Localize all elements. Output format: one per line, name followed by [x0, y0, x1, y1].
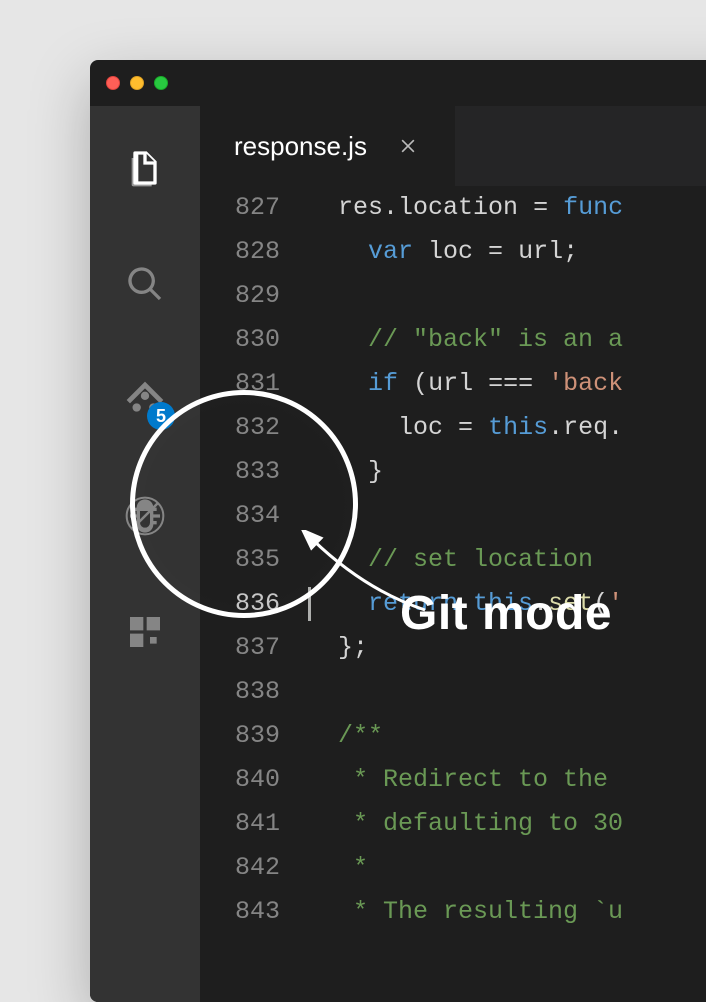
code-line: 840 * Redirect to the: [200, 758, 706, 802]
code-line: 841 * defaulting to 30: [200, 802, 706, 846]
tab-response-js[interactable]: response.js: [200, 106, 455, 186]
close-icon[interactable]: [395, 133, 421, 159]
code-text: var loc = url;: [308, 230, 578, 274]
window-traffic-lights: [106, 76, 168, 90]
extensions-icon[interactable]: [121, 608, 169, 656]
code-text: * Redirect to the: [308, 758, 623, 802]
code-text: }: [308, 450, 383, 494]
line-number: 838: [200, 670, 308, 714]
code-line: 838: [200, 670, 706, 714]
code-line: 829: [200, 274, 706, 318]
code-line: 832 loc = this.req.: [200, 406, 706, 450]
code-text: };: [308, 626, 368, 670]
line-number: 835: [200, 538, 308, 582]
line-number: 829: [200, 274, 308, 318]
scm-badge: 5: [147, 402, 175, 430]
line-number: 828: [200, 230, 308, 274]
annotation-label: Git mode: [400, 586, 612, 641]
code-line: 830 // "back" is an a: [200, 318, 706, 362]
line-number: 843: [200, 890, 308, 934]
explorer-icon[interactable]: [121, 144, 169, 192]
window-close-button[interactable]: [106, 76, 120, 90]
line-number: 840: [200, 758, 308, 802]
debug-icon[interactable]: [121, 492, 169, 540]
line-number: 830: [200, 318, 308, 362]
line-number: 827: [200, 186, 308, 230]
code-text: * defaulting to 30: [308, 802, 623, 846]
code-text: if (url === 'back: [308, 362, 623, 406]
code-line: 833 }: [200, 450, 706, 494]
tab-label: response.js: [234, 131, 367, 162]
code-line: 843 * The resulting `u: [200, 890, 706, 934]
line-number: 831: [200, 362, 308, 406]
source-control-icon[interactable]: 5: [121, 376, 169, 424]
code-line: 835 // set location: [200, 538, 706, 582]
tab-bar: response.js: [200, 106, 706, 186]
code-text: *: [308, 846, 368, 890]
line-number: 832: [200, 406, 308, 450]
line-number: 836: [200, 582, 308, 626]
code-line: 834: [200, 494, 706, 538]
code-text: * The resulting `u: [308, 890, 623, 934]
line-number: 837: [200, 626, 308, 670]
line-number: 839: [200, 714, 308, 758]
editor-window: 5 response.js 827 res.location = func828…: [90, 60, 706, 1002]
cursor: [308, 587, 311, 621]
code-line: 842 *: [200, 846, 706, 890]
search-icon[interactable]: [121, 260, 169, 308]
code-line: 831 if (url === 'back: [200, 362, 706, 406]
code-line: 827 res.location = func: [200, 186, 706, 230]
code-text: loc = this.req.: [308, 406, 623, 450]
line-number: 842: [200, 846, 308, 890]
code-text: // "back" is an a: [308, 318, 623, 362]
code-text: res.location = func: [308, 186, 623, 230]
line-number: 834: [200, 494, 308, 538]
line-number: 833: [200, 450, 308, 494]
code-text: // set location: [308, 538, 593, 582]
window-zoom-button[interactable]: [154, 76, 168, 90]
code-text: /**: [308, 714, 383, 758]
activity-bar: 5: [90, 106, 200, 1002]
code-line: 828 var loc = url;: [200, 230, 706, 274]
code-line: 839 /**: [200, 714, 706, 758]
line-number: 841: [200, 802, 308, 846]
window-minimize-button[interactable]: [130, 76, 144, 90]
